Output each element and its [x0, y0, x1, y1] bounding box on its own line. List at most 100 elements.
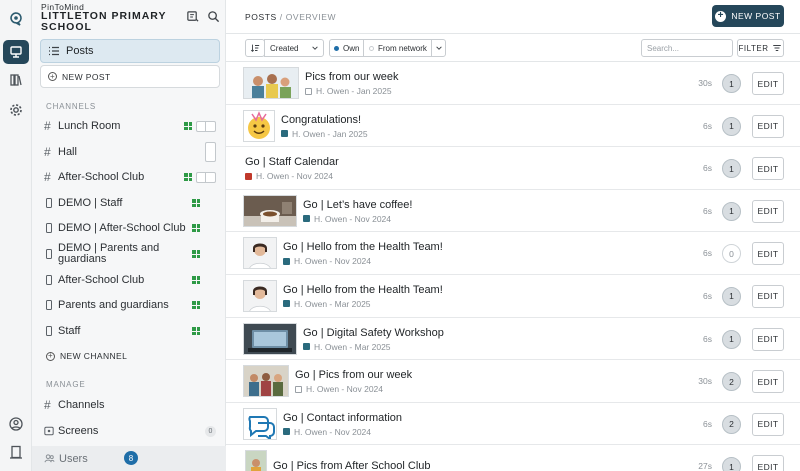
new-channel-button[interactable]: + NEW CHANNEL	[46, 351, 127, 361]
post-meta: H. Owen - Jan 2025	[281, 129, 368, 139]
post-channel-count-badge[interactable]: 1	[722, 329, 741, 349]
library-nav-icon[interactable]	[3, 68, 29, 92]
sidebar-new-post-button[interactable]: + NEW POST	[40, 65, 220, 88]
tiles-grid-icon	[192, 276, 200, 284]
sidebar-item-channel[interactable]: DEMO | Staff	[44, 193, 204, 213]
post-channel-count-badge[interactable]: 0	[722, 244, 741, 264]
tiles-grid-icon	[184, 122, 192, 130]
post-channel-count-badge[interactable]: 1	[722, 159, 741, 179]
sidebar-item-manage-channels[interactable]: # Channels	[44, 395, 216, 415]
post-title[interactable]: Go | Staff Calendar	[245, 156, 339, 168]
logout-icon[interactable]	[3, 440, 29, 464]
edit-post-button[interactable]: EDIT	[752, 199, 784, 223]
sidebar-item-manage-screens[interactable]: Screens 0	[44, 421, 216, 441]
sidebar-item-channel[interactable]: After-School Club	[44, 270, 204, 290]
post-author-date: H. Owen - Nov 2024	[306, 384, 384, 395]
sidebar-item-channel[interactable]: # After-School Club	[44, 167, 216, 187]
post-row[interactable]: Pics from our week H. Owen - Jan 2025 30s 1…	[226, 62, 800, 105]
post-channel-count-badge[interactable]: 1	[722, 286, 741, 306]
edit-post-button[interactable]: EDIT	[752, 412, 784, 436]
edit-post-button[interactable]: EDIT	[752, 455, 784, 471]
post-duration: 30s	[698, 376, 712, 387]
post-row[interactable]: Go | Pics from our week H. Owen - Nov 202…	[226, 360, 800, 403]
edit-post-button[interactable]: EDIT	[752, 327, 784, 351]
breadcrumb-section[interactable]: POSTS	[245, 12, 277, 22]
post-row[interactable]: Go | Hello from the Health Team! H. Owen …	[226, 275, 800, 318]
settings-gear-icon[interactable]	[3, 98, 29, 122]
post-thumbnail-image	[243, 237, 277, 270]
post-channel-count-badge[interactable]: 1	[722, 116, 741, 136]
edit-post-button[interactable]: EDIT	[752, 72, 784, 95]
post-channel-count-badge[interactable]: 1	[722, 457, 741, 471]
edit-post-button[interactable]: EDIT	[752, 242, 784, 266]
post-duration: 6s	[703, 120, 712, 131]
post-row[interactable]: Congratulations! H. Owen - Jan 2025 6s 1 EDI…	[226, 105, 800, 148]
post-row[interactable]: Go | Pics from After School Club 27s 1 EDIT	[226, 445, 800, 471]
edit-post-button[interactable]: EDIT	[752, 157, 784, 181]
sort-direction-button[interactable]	[245, 39, 265, 57]
post-row[interactable]: Go | Staff Calendar H. Owen - Nov 2024 6s 1…	[226, 147, 800, 190]
post-thumbnail-image	[245, 450, 267, 471]
post-row[interactable]: Go | Contact information H. Owen - Nov 20…	[226, 403, 800, 446]
post-channel-count-badge[interactable]: 2	[722, 414, 741, 434]
sidebar-item-users[interactable]: Users 8	[32, 446, 226, 471]
sidebar-item-channel[interactable]: DEMO | After-School Club	[44, 218, 204, 238]
post-row[interactable]: Go | Digital Safety Workshop H. Owen - Ma…	[226, 318, 800, 361]
post-title[interactable]: Go | Pics from After School Club	[273, 460, 431, 471]
filter-button[interactable]: FILTER	[737, 39, 784, 57]
edit-post-button[interactable]: EDIT	[752, 114, 784, 138]
edit-post-button[interactable]: EDIT	[752, 284, 784, 308]
post-title[interactable]: Go | Let’s have coffee!	[303, 199, 412, 211]
channel-toggle[interactable]	[205, 142, 216, 162]
logo-icon[interactable]	[3, 6, 29, 30]
post-title[interactable]: Go | Pics from our week	[295, 369, 412, 381]
sort-select[interactable]: Created	[264, 39, 324, 57]
post-title[interactable]: Go | Contact information	[283, 412, 402, 424]
tiles-grid-icon	[192, 199, 200, 207]
channel-toggle[interactable]	[196, 171, 216, 183]
tiles-grid-icon	[192, 224, 200, 232]
sidebar: PinToMind LITTLETON PRIMARY SCHOOL Posts…	[32, 0, 226, 471]
sidebar-item-label: After-School Club	[58, 273, 145, 286]
post-row[interactable]: Go | Hello from the Health Team! H. Owen …	[226, 232, 800, 275]
filter-own-toggle[interactable]: Own	[330, 40, 364, 56]
post-title[interactable]: Go | Hello from the Health Team!	[283, 284, 443, 296]
post-thumbnail-image	[243, 365, 289, 398]
library-book-icon[interactable]	[186, 10, 199, 23]
post-row[interactable]: Go | Let’s have coffee! H. Owen - Nov 202…	[226, 190, 800, 233]
new-post-button-label: NEW POST	[731, 11, 781, 21]
search-input[interactable]: Search...	[641, 39, 733, 57]
sidebar-item-label: Staff	[58, 324, 81, 337]
post-title[interactable]: Pics from our week	[305, 71, 399, 83]
post-author-date: H. Owen - Nov 2024	[294, 426, 372, 437]
account-icon[interactable]	[3, 412, 29, 436]
post-channel-count-badge[interactable]: 2	[722, 372, 741, 392]
post-list: Pics from our week H. Owen - Jan 2025 30s 1…	[226, 62, 800, 471]
channel-toggle[interactable]	[196, 120, 216, 132]
sidebar-item-posts[interactable]: Posts	[40, 39, 220, 63]
sidebar-item-channel[interactable]: # Hall	[44, 142, 216, 162]
post-title[interactable]: Congratulations!	[281, 114, 361, 126]
post-channel-count-badge[interactable]: 1	[722, 74, 741, 93]
school-name[interactable]: LITTLETON PRIMARY SCHOOL	[41, 11, 177, 33]
announcement-post-icon	[303, 215, 310, 223]
sidebar-item-channel[interactable]: DEMO | Parents and guardians	[44, 243, 204, 265]
sidebar-item-channel[interactable]: # Lunch Room	[44, 116, 216, 136]
filter-network-toggle[interactable]: From network	[364, 40, 431, 56]
source-filter-dropdown[interactable]	[431, 40, 445, 56]
search-icon[interactable]	[207, 10, 220, 23]
post-title[interactable]: Go | Digital Safety Workshop	[303, 327, 444, 339]
post-title[interactable]: Go | Hello from the Health Team!	[283, 241, 443, 253]
sidebar-item-posts-label: Posts	[66, 45, 94, 57]
post-meta: H. Owen - Nov 2024	[303, 214, 391, 224]
new-post-button[interactable]: + NEW POST	[712, 5, 784, 27]
channels-heading: CHANNELS	[46, 102, 96, 111]
sidebar-item-channel[interactable]: Staff	[44, 321, 204, 341]
breadcrumb: POSTS / OVERVIEW	[245, 12, 336, 22]
sidebar-item-channel[interactable]: Parents and guardians	[44, 295, 204, 315]
image-post-icon	[305, 87, 312, 95]
list-icon	[49, 46, 59, 56]
post-channel-count-badge[interactable]: 1	[722, 201, 741, 221]
posts-nav-icon[interactable]	[3, 40, 29, 64]
edit-post-button[interactable]: EDIT	[752, 370, 784, 394]
